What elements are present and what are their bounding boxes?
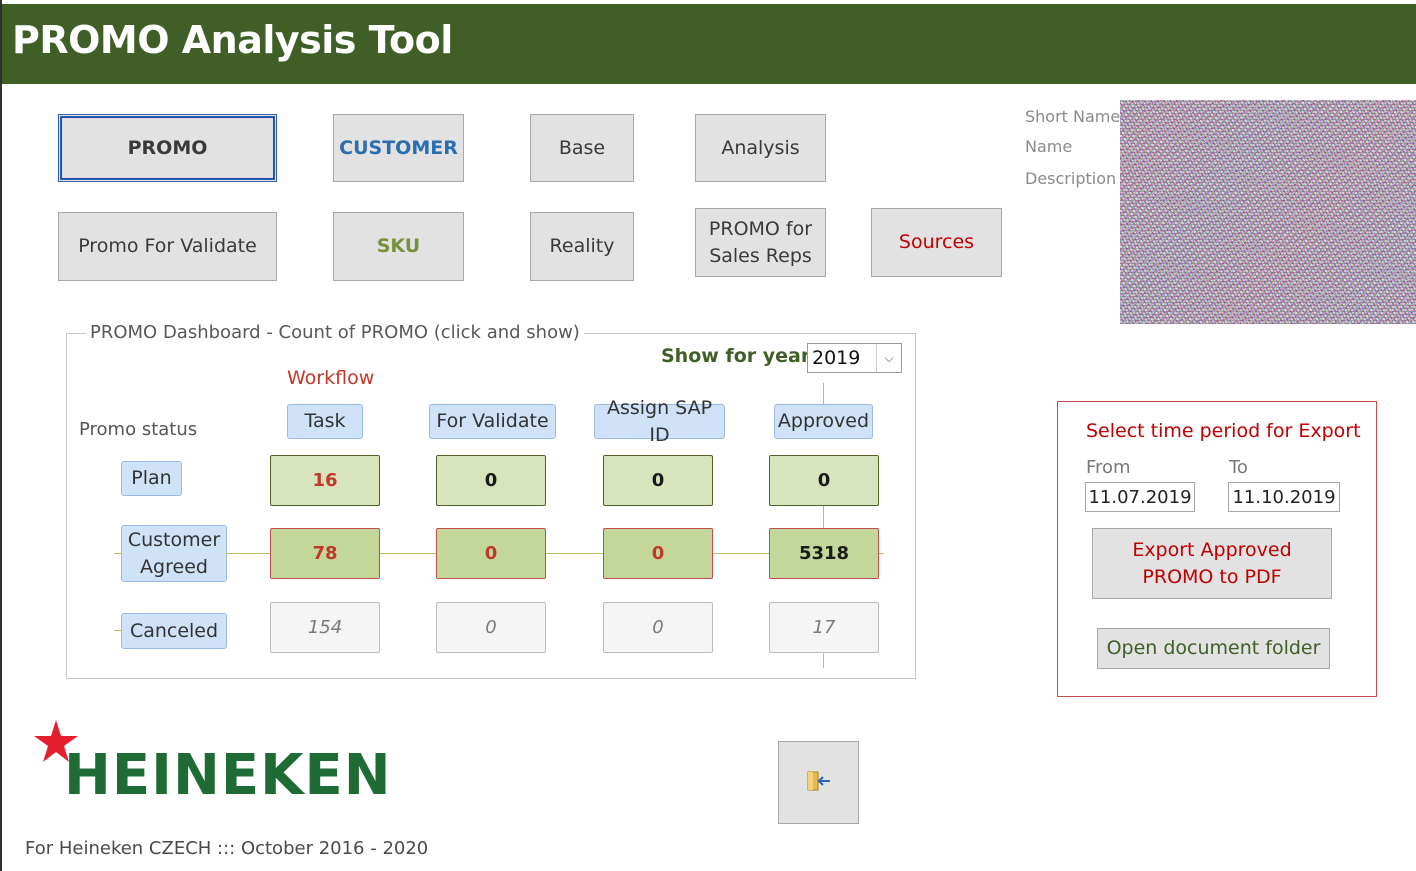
cell-agreed-task[interactable]: 78 [270, 528, 380, 579]
cell-agreed-assign-sap-id[interactable]: 0 [603, 528, 713, 579]
exit-button[interactable] [778, 741, 859, 824]
reality-button[interactable]: Reality [530, 212, 634, 281]
cell-plan-assign-sap-id[interactable]: 0 [603, 455, 713, 506]
app-title: PROMO Analysis Tool [12, 18, 453, 62]
column-for-validate[interactable]: For Validate [429, 404, 556, 439]
from-label: From [1086, 457, 1131, 478]
column-approved[interactable]: Approved [774, 404, 873, 439]
redacted-user-info [1120, 100, 1416, 324]
year-value: 2019 [812, 347, 861, 369]
dashboard-title: PROMO Dashboard - Count of PROMO (click … [86, 322, 584, 343]
connector-line [823, 652, 824, 668]
column-assign-sap-id[interactable]: Assign SAP ID [594, 397, 725, 446]
short-name-label: Short Name [1025, 107, 1121, 126]
cell-plan-task[interactable]: 16 [270, 455, 380, 506]
cell-canceled-task[interactable]: 154 [270, 602, 380, 653]
row-customer-agreed[interactable]: Customer Agreed [121, 525, 227, 582]
cell-agreed-for-validate[interactable]: 0 [436, 528, 546, 579]
sources-button[interactable]: Sources [871, 208, 1002, 277]
row-plan[interactable]: Plan [121, 461, 182, 496]
chevron-down-icon[interactable]: ⌵ [876, 344, 901, 372]
name-label: Name [1025, 137, 1073, 156]
export-title: Select time period for Export [1086, 420, 1361, 442]
open-folder-button[interactable]: Open document folder [1097, 628, 1330, 669]
cell-canceled-assign-sap-id[interactable]: 0 [603, 602, 713, 653]
promo-for-validate-button[interactable]: Promo For Validate [58, 212, 277, 281]
promo-button[interactable]: PROMO [58, 114, 277, 182]
window-left-border [0, 0, 2, 871]
title-bar: PROMO Analysis Tool [2, 4, 1416, 84]
description-label: Description [1025, 169, 1117, 188]
year-select[interactable]: 2019 ⌵ [807, 343, 902, 373]
base-button[interactable]: Base [530, 114, 634, 182]
cell-agreed-approved[interactable]: 5318 [769, 528, 879, 579]
column-task[interactable]: Task [287, 404, 363, 439]
from-date-input[interactable]: 11.07.2019 [1085, 482, 1195, 512]
customer-button[interactable]: CUSTOMER [333, 114, 464, 182]
heineken-logo: HEINEKEN [64, 743, 392, 808]
export-pdf-button[interactable]: Export Approved PROMO to PDF [1092, 528, 1332, 599]
to-label: To [1229, 457, 1248, 478]
promo-status-label: Promo status [79, 419, 198, 440]
analysis-button[interactable]: Analysis [695, 114, 826, 182]
cell-canceled-for-validate[interactable]: 0 [436, 602, 546, 653]
exit-door-icon [806, 770, 832, 796]
footer-text: For Heineken CZECH ::: October 2016 - 20… [25, 838, 429, 859]
workflow-label: Workflow [287, 367, 375, 389]
year-label: Show for year: [661, 345, 818, 367]
promo-for-sales-reps-button[interactable]: PROMO for Sales Reps [695, 208, 826, 277]
cell-plan-for-validate[interactable]: 0 [436, 455, 546, 506]
sku-button[interactable]: SKU [333, 212, 464, 281]
cell-canceled-approved[interactable]: 17 [769, 602, 879, 653]
connector-line [823, 505, 824, 529]
row-canceled[interactable]: Canceled [121, 613, 227, 649]
to-date-input[interactable]: 11.10.2019 [1228, 482, 1340, 512]
cell-plan-approved[interactable]: 0 [769, 455, 879, 506]
